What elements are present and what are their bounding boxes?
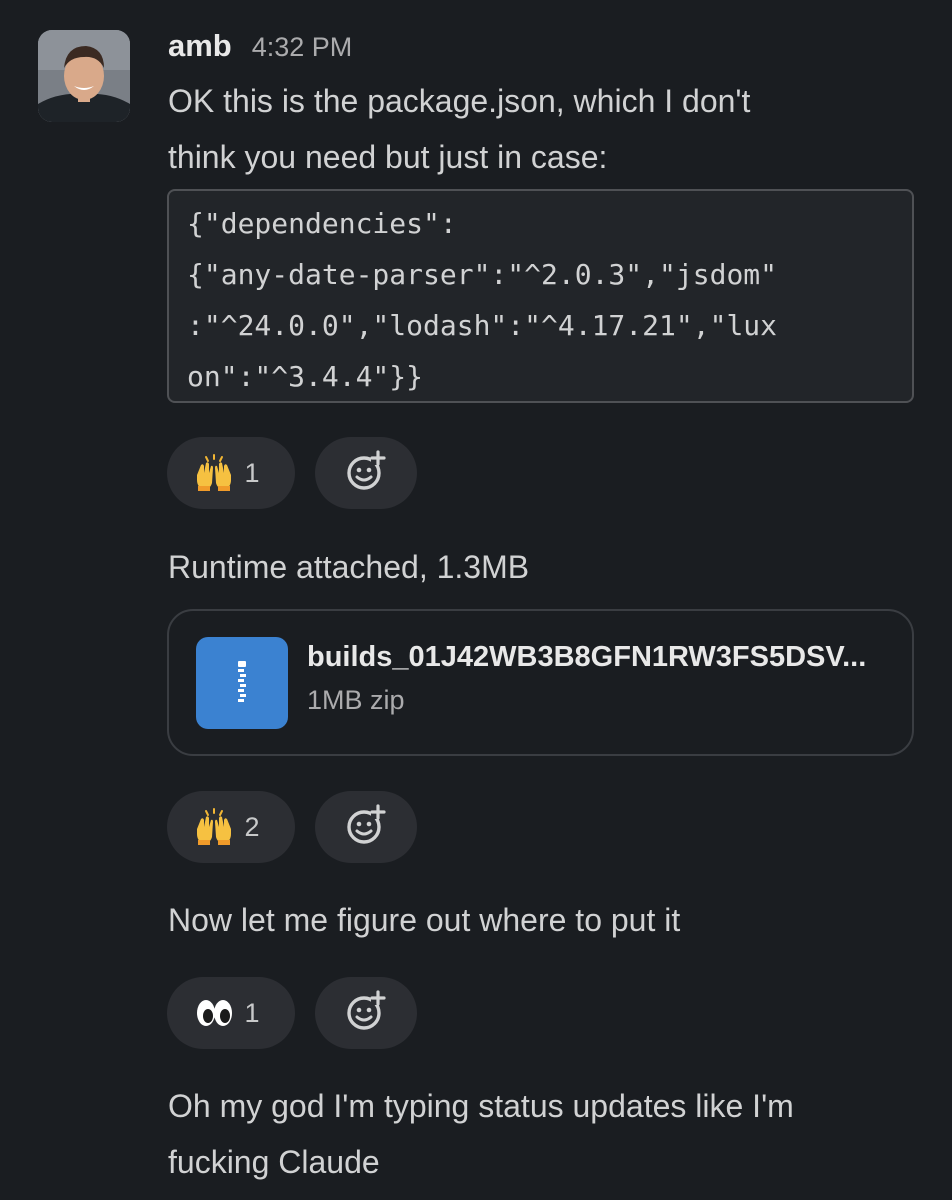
message-header: amb 4:32 PM [168,28,352,68]
reaction-raising-hands[interactable]: 1 [167,437,295,509]
add-emoji-icon [344,449,388,498]
reaction-count: 1 [244,457,260,488]
code-line: {"any-date-parser":"^2.0.3","jsdom" [187,258,778,291]
eyes-icon [194,993,234,1033]
raising-hands-icon [194,807,234,847]
code-line: on":"^3.4.4"}} [187,360,424,393]
user-avatar[interactable] [38,30,130,122]
reaction-eyes[interactable]: 1 [167,977,295,1049]
message-text-line: fucking Claude [168,1144,380,1180]
reaction-count: 1 [244,997,260,1028]
message-timestamp[interactable]: 4:32 PM [252,32,353,63]
file-name[interactable]: builds_01J42WB3B8GFN1RW3FS5DSV... [307,641,866,674]
reaction-bar: 1 [167,977,417,1049]
reaction-bar: 1 [167,437,417,509]
message-text-line: OK this is the package.json, which I don… [168,83,751,119]
reaction-raising-hands[interactable]: 2 [167,791,295,863]
add-reaction-button[interactable] [315,791,417,863]
message-text-line: think you need but just in case: [168,139,608,175]
code-line: :"^24.0.0","lodash":"^4.17.21","lux [187,309,778,342]
add-reaction-button[interactable] [315,437,417,509]
file-meta: 1MB zip [307,685,405,715]
add-emoji-icon [344,989,388,1038]
add-reaction-button[interactable] [315,977,417,1049]
message-text-line: Oh my god I'm typing status updates like… [168,1088,794,1124]
reaction-bar: 2 [167,791,417,863]
message-text: Now let me figure out where to put it [168,902,681,938]
message-thread: amb 4:32 PM OK this is the package.json,… [0,0,952,1200]
zip-file-icon [196,637,288,729]
author-name[interactable]: amb [168,28,232,64]
add-emoji-icon [344,803,388,852]
message-text: Runtime attached, 1.3MB [168,549,530,585]
file-attachment[interactable]: builds_01J42WB3B8GFN1RW3FS5DSV... 1MB zi… [167,609,914,756]
raising-hands-icon [194,453,234,493]
reaction-count: 2 [244,811,260,842]
code-block: {"dependencies": {"any-date-parser":"^2.… [167,189,914,403]
code-line: {"dependencies": [187,207,457,240]
